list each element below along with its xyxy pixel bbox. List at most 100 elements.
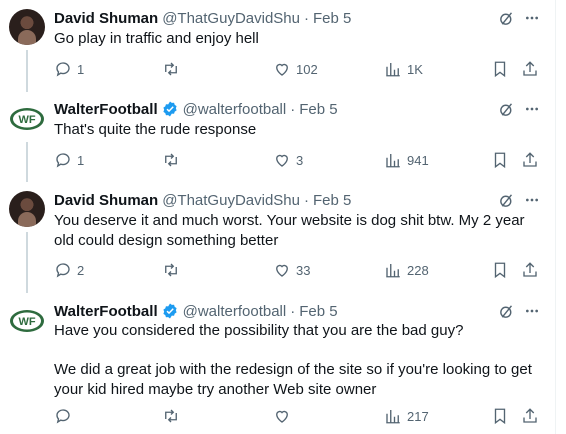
share-button[interactable] (521, 406, 539, 426)
like-icon (276, 63, 288, 76)
more-icon[interactable] (523, 100, 541, 118)
walterfootball-logo: WF (10, 310, 44, 332)
reply-count: 1 (77, 152, 85, 168)
bookmark-icon (494, 152, 506, 169)
author-handle[interactable]: @walterfootball (183, 101, 287, 118)
author-name[interactable]: WalterFootball (54, 101, 158, 118)
author-name[interactable]: David Shuman (54, 10, 158, 27)
like-count: 33 (296, 262, 311, 278)
retweet-icon (165, 263, 177, 277)
grok-icon[interactable] (497, 9, 515, 27)
reply-icon (56, 62, 70, 77)
like-button[interactable]: 33 (273, 260, 310, 280)
author-handle[interactable]: @ThatGuyDavidShu (162, 192, 300, 209)
more-icon[interactable] (523, 191, 541, 209)
tweet-text-line: That's quite the rude response (54, 121, 257, 138)
views-button[interactable]: 1K (384, 59, 423, 79)
view-count: 217 (407, 408, 429, 424)
like-button[interactable]: 102 (273, 59, 318, 79)
share-button[interactable] (521, 59, 539, 79)
tweet-header: David Shuman @ThatGuyDavidShu · Feb 5 (54, 8, 351, 28)
tweet-text-line: Have you considered the possibility that… (54, 322, 464, 339)
verified-badge-icon (163, 303, 177, 319)
views-icon (386, 410, 400, 424)
views-button[interactable]: 228 (384, 260, 429, 280)
thread-line (26, 50, 28, 92)
author-handle[interactable]: @ThatGuyDavidShu (162, 10, 300, 27)
author-name[interactable]: WalterFootball (54, 303, 158, 320)
reply-count: 2 (77, 262, 85, 278)
tweet-top-actions (497, 302, 541, 320)
tweet[interactable]: David Shuman @ThatGuyDavidShu · Feb 5 Yo… (0, 182, 555, 293)
like-count: 3 (296, 152, 304, 168)
conversation-thread: David Shuman @ThatGuyDavidShu · Feb 5 Go… (0, 0, 566, 434)
bookmark-icon (494, 61, 506, 78)
avatar[interactable] (9, 9, 45, 45)
tweet-header: WalterFootball @walterfootball · Feb 5 (54, 301, 338, 321)
tweet-actions: 2 33 228 (54, 260, 544, 280)
separator-dot: · (303, 9, 309, 27)
bookmark-button[interactable] (491, 260, 509, 280)
verified-badge-icon (163, 101, 177, 117)
tweet-text: That's quite the rude response (54, 120, 544, 140)
share-button[interactable] (521, 260, 539, 280)
tweet[interactable]: David Shuman @ThatGuyDavidShu · Feb 5 Go… (0, 0, 555, 92)
grok-icon[interactable] (497, 191, 515, 209)
avatar[interactable]: WF (9, 303, 45, 339)
share-button[interactable] (521, 150, 539, 170)
tweet-header: David Shuman @ThatGuyDavidShu · Feb 5 (54, 190, 351, 210)
retweet-button[interactable] (161, 150, 186, 170)
author-handle[interactable]: @walterfootball (183, 303, 287, 320)
reply-button[interactable]: 1 (54, 59, 84, 79)
view-count: 228 (407, 262, 429, 278)
tweet-top-actions (497, 191, 541, 209)
reply-icon (56, 153, 70, 168)
reply-button[interactable] (54, 406, 77, 426)
views-button[interactable]: 941 (384, 150, 429, 170)
share-icon (523, 262, 537, 277)
tweet-text-line: We did a great job with the redesign of … (54, 361, 532, 398)
tweet-date[interactable]: Feb 5 (313, 192, 351, 209)
retweet-button[interactable] (161, 260, 186, 280)
view-count: 941 (407, 152, 429, 168)
thread-line (26, 232, 28, 293)
logo-text: WF (18, 316, 35, 328)
avatar[interactable] (9, 191, 45, 227)
reply-button[interactable]: 2 (54, 260, 84, 280)
tweet-text: Have you considered the possibility that… (54, 321, 544, 400)
like-icon (276, 410, 288, 423)
author-name[interactable]: David Shuman (54, 192, 158, 209)
reply-button[interactable]: 1 (54, 150, 84, 170)
more-icon[interactable] (523, 9, 541, 27)
avatar[interactable]: WF (9, 101, 45, 137)
logo-text: WF (18, 114, 35, 126)
tweet-text: Go play in traffic and enjoy hell (54, 29, 544, 49)
tweet-date[interactable]: Feb 5 (299, 101, 337, 118)
tweet-actions: 1 3 941 (54, 150, 544, 170)
bookmark-button[interactable] (491, 150, 509, 170)
grok-icon[interactable] (497, 302, 515, 320)
share-icon (523, 61, 537, 76)
tweet-top-actions (497, 100, 541, 118)
grok-icon[interactable] (497, 100, 515, 118)
tweet-date[interactable]: Feb 5 (313, 10, 351, 27)
walterfootball-logo: WF (10, 108, 44, 130)
tweet[interactable]: WF WalterFootball @walterfootball · Feb … (0, 293, 555, 434)
retweet-button[interactable] (161, 406, 186, 426)
like-button[interactable] (273, 406, 296, 426)
like-button[interactable]: 3 (273, 150, 303, 170)
more-icon[interactable] (523, 302, 541, 320)
retweet-button[interactable] (161, 59, 186, 79)
tweet-actions: 1 102 1K (54, 59, 544, 79)
views-icon (386, 63, 400, 77)
bookmark-button[interactable] (491, 59, 509, 79)
tweet-date[interactable]: Feb 5 (299, 303, 337, 320)
views-button[interactable]: 217 (384, 406, 429, 426)
tweet[interactable]: WF WalterFootball @walterfootball · Feb … (0, 91, 555, 182)
tweet-header: WalterFootball @walterfootball · Feb 5 (54, 99, 338, 119)
like-icon (276, 264, 288, 277)
separator-dot: · (290, 302, 296, 320)
bookmark-button[interactable] (491, 406, 509, 426)
separator-dot: · (303, 191, 309, 209)
share-icon (523, 408, 537, 423)
